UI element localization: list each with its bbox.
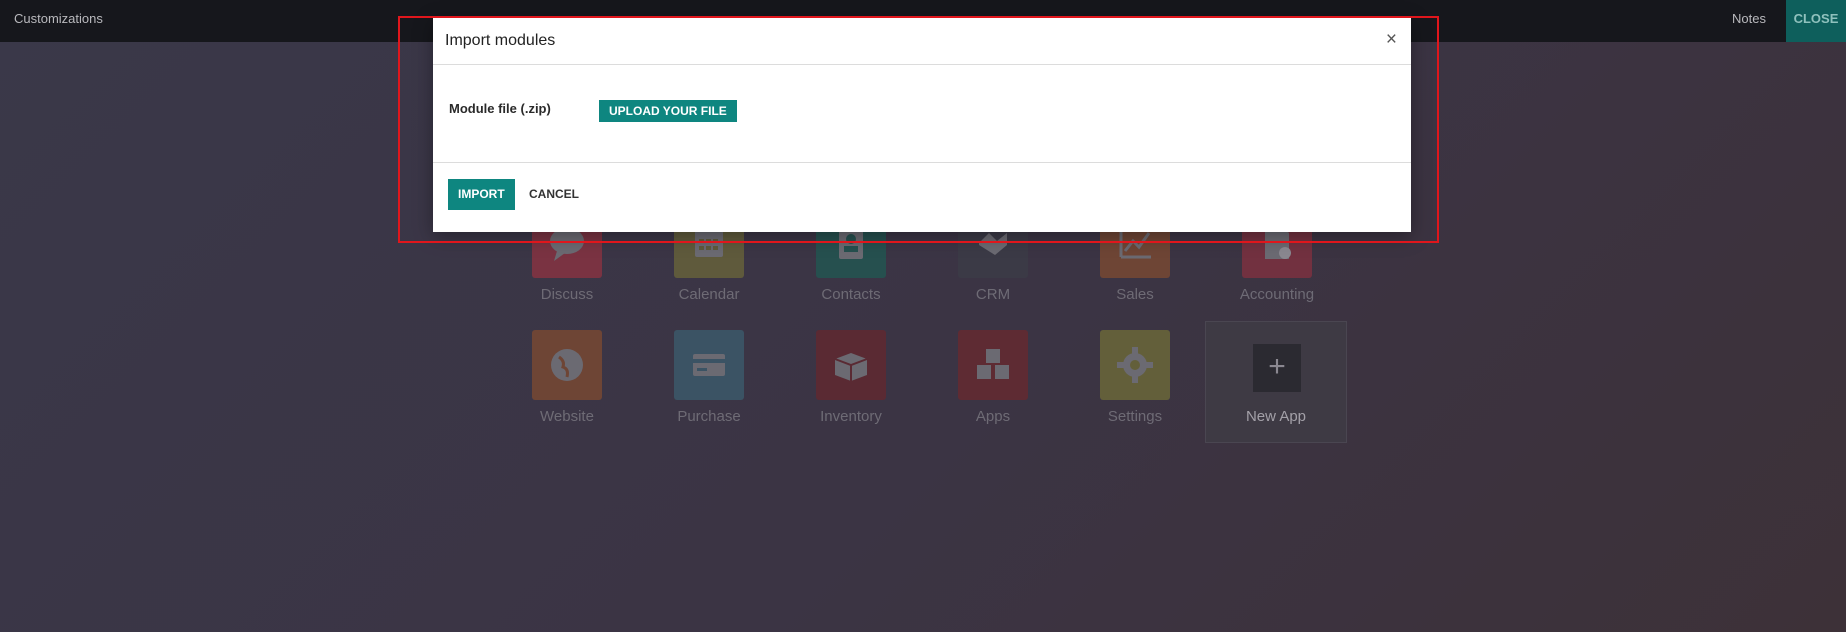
- cubes-icon: [958, 330, 1028, 400]
- dialog-header: Import modules ×: [433, 18, 1411, 65]
- app-title: Customizations: [14, 11, 103, 26]
- app-label: CRM: [975, 286, 1011, 303]
- app-inventory[interactable]: Inventory: [791, 330, 911, 425]
- app-label: Contacts: [821, 286, 881, 303]
- close-button[interactable]: CLOSE: [1786, 0, 1846, 42]
- close-icon[interactable]: ×: [1386, 29, 1397, 51]
- app-label: Accounting: [1239, 286, 1315, 303]
- app-label: Sales: [1116, 286, 1154, 303]
- box-icon: [816, 330, 886, 400]
- dialog-footer: IMPORT CANCEL: [433, 162, 1411, 232]
- app-label: Website: [540, 408, 594, 425]
- app-label: Apps: [975, 408, 1011, 425]
- module-file-label: Module file (.zip): [449, 101, 551, 116]
- credit-card-icon: [674, 330, 744, 400]
- import-button[interactable]: IMPORT: [448, 179, 515, 210]
- notes-link[interactable]: Notes: [1732, 11, 1766, 26]
- app-label: Discuss: [540, 286, 594, 303]
- globe-icon: [532, 330, 602, 400]
- app-purchase[interactable]: Purchase: [649, 330, 769, 425]
- import-modules-dialog: Import modules × Module file (.zip) UPLO…: [433, 18, 1411, 232]
- app-label: Inventory: [820, 408, 882, 425]
- app-label: Calendar: [678, 286, 740, 303]
- cancel-button[interactable]: CANCEL: [524, 179, 584, 210]
- new-app-button[interactable]: + New App: [1205, 321, 1347, 443]
- app-settings[interactable]: Settings: [1075, 330, 1195, 425]
- plus-icon: +: [1253, 344, 1301, 392]
- upload-file-button[interactable]: UPLOAD YOUR FILE: [599, 100, 737, 122]
- app-label: Settings: [1107, 408, 1163, 425]
- app-website[interactable]: Website: [507, 330, 627, 425]
- dialog-title: Import modules: [445, 32, 556, 49]
- new-app-label: New App: [1245, 408, 1307, 425]
- app-apps[interactable]: Apps: [933, 330, 1053, 425]
- app-label: Purchase: [677, 408, 741, 425]
- gear-icon: [1100, 330, 1170, 400]
